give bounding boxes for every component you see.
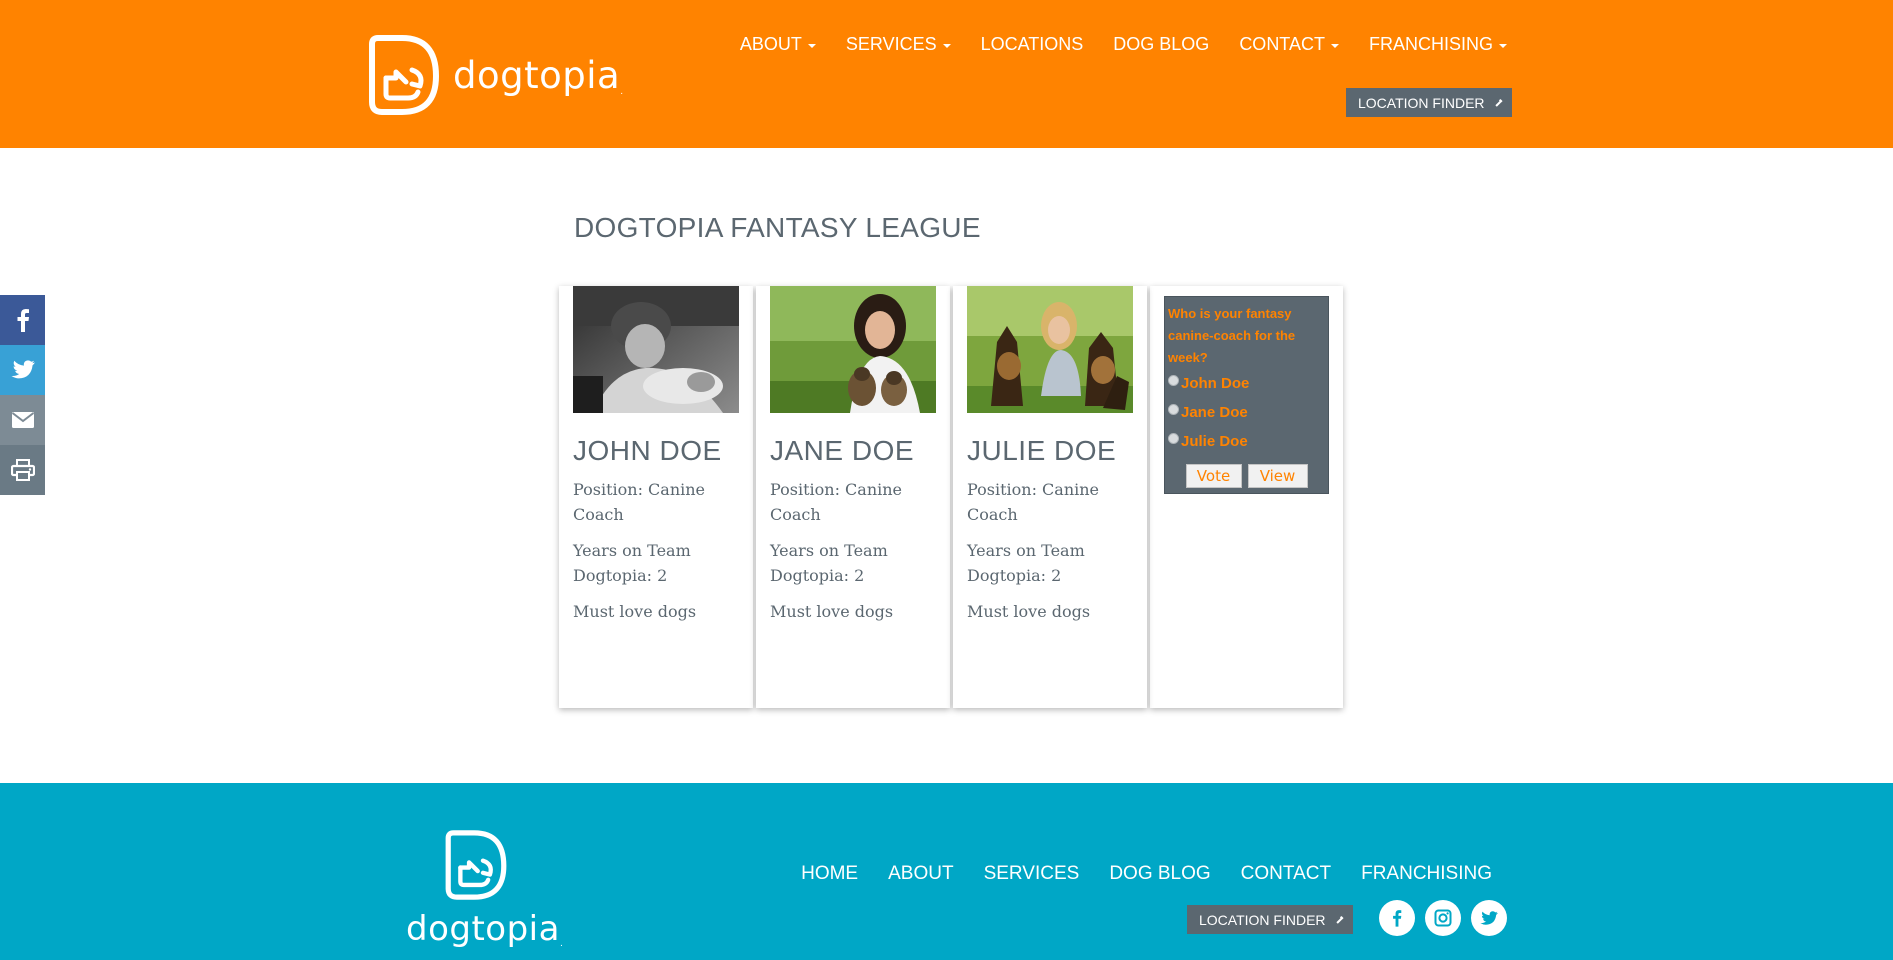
view-results-button[interactable]: View	[1247, 464, 1308, 488]
facebook-icon	[1393, 910, 1402, 927]
footer-location-finder-button[interactable]: LOCATION FINDER	[1187, 905, 1353, 934]
footer-nav-dog-blog[interactable]: DOG BLOG	[1109, 863, 1210, 885]
share-twitter-button[interactable]	[0, 345, 45, 395]
footer-nav-about[interactable]: ABOUT	[888, 863, 953, 885]
coach-position: Position: Canine Coach	[770, 480, 903, 524]
twitter-icon	[1480, 910, 1498, 925]
fantasy-coach-poll: Who is your fantasy canine-coach for the…	[1164, 296, 1329, 494]
footer-nav-services[interactable]: SERVICES	[984, 863, 1080, 885]
dogtopia-logo[interactable]: dogtopia.	[366, 34, 623, 118]
nav-franchising[interactable]: FRANCHISING	[1369, 34, 1507, 55]
footer-social-links	[1379, 900, 1507, 936]
coach-note: Must love dogs	[967, 602, 1091, 621]
poll-card: Who is your fantasy canine-coach for the…	[1150, 286, 1343, 708]
radio-button[interactable]	[1168, 404, 1179, 415]
nav-contact[interactable]: CONTACT	[1239, 34, 1339, 55]
coach-position: Position: Canine Coach	[967, 480, 1100, 524]
nav-about[interactable]: ABOUT	[740, 34, 816, 55]
footer-nav: HOME ABOUT SERVICES DOG BLOG CONTACT FRA…	[801, 863, 1492, 885]
poll-option-label: Jane Doe	[1181, 404, 1248, 421]
nav-dog-blog[interactable]: DOG BLOG	[1113, 34, 1209, 55]
coach-years: Years on Team Dogtopia: 2	[573, 541, 691, 585]
logo-wordmark: dogtopia.	[406, 909, 564, 949]
footer-nav-home[interactable]: HOME	[801, 863, 858, 885]
dogtopia-logo-icon	[369, 35, 439, 115]
caret-down-icon	[807, 43, 816, 48]
site-footer: dogtopia. HOME ABOUT SERVICES DOG BLOG C…	[0, 783, 1893, 960]
coach-cards: JOHN DOE Position: Canine Coach Years on…	[559, 286, 1343, 708]
coach-card: JULIE DOE Position: Canine Coach Years o…	[953, 286, 1147, 708]
coach-photo	[770, 286, 936, 413]
coach-note: Must love dogs	[573, 602, 697, 621]
poll-option-jane-doe[interactable]: Jane Doe	[1168, 398, 1325, 427]
coach-name: JULIE DOE	[967, 435, 1117, 466]
coach-card: JANE DOE Position: Canine Coach Years on…	[756, 286, 950, 708]
footer-facebook-button[interactable]	[1379, 900, 1415, 936]
nav-locations[interactable]: LOCATIONS	[981, 34, 1084, 55]
share-email-button[interactable]	[0, 395, 45, 445]
envelope-icon	[11, 412, 34, 428]
radio-button[interactable]	[1168, 375, 1179, 386]
chevron-right-icon	[1335, 915, 1344, 925]
caret-down-icon	[1499, 43, 1507, 48]
footer-nav-franchising[interactable]: FRANCHISING	[1361, 863, 1492, 885]
share-sidebar	[0, 295, 45, 495]
footer-logo[interactable]: dogtopia.	[403, 829, 563, 959]
poll-actions: Vote View	[1168, 464, 1325, 488]
location-finder-label: LOCATION FINDER	[1199, 911, 1326, 928]
caret-down-icon	[1330, 43, 1339, 48]
dogtopia-logo-icon	[445, 830, 507, 900]
footer-nav-contact[interactable]: CONTACT	[1241, 863, 1331, 885]
vote-button[interactable]: Vote	[1185, 464, 1242, 488]
caret-down-icon	[942, 43, 951, 48]
coach-photo	[967, 286, 1133, 413]
site-header: dogtopia. ABOUT SERVICES LOCATIONS DOG B…	[0, 0, 1893, 148]
coach-photo	[573, 286, 739, 413]
coach-years: Years on Team Dogtopia: 2	[770, 541, 888, 585]
coach-note: Must love dogs	[770, 602, 894, 621]
location-finder-button[interactable]: LOCATION FINDER	[1346, 88, 1512, 117]
instagram-icon	[1434, 909, 1452, 927]
coach-years: Years on Team Dogtopia: 2	[967, 541, 1085, 585]
poll-option-label: Julie Doe	[1181, 433, 1248, 450]
coach-name: JOHN DOE	[573, 435, 722, 466]
page-title: DOGTOPIA FANTASY LEAGUE	[574, 212, 981, 243]
chevron-right-icon	[1494, 98, 1503, 108]
logo-wordmark: dogtopia.	[453, 54, 624, 97]
poll-question: Who is your fantasy canine-coach for the…	[1168, 306, 1296, 365]
facebook-icon	[17, 309, 29, 332]
print-icon	[10, 459, 35, 481]
coach-position: Position: Canine Coach	[573, 480, 706, 524]
twitter-icon	[11, 360, 35, 379]
nav-services[interactable]: SERVICES	[846, 34, 951, 55]
share-facebook-button[interactable]	[0, 295, 45, 345]
main-nav: ABOUT SERVICES LOCATIONS DOG BLOG CONTAC…	[740, 34, 1507, 55]
location-finder-label: LOCATION FINDER	[1358, 94, 1485, 111]
coach-name: JANE DOE	[770, 435, 915, 466]
poll-option-john-doe[interactable]: John Doe	[1168, 369, 1325, 398]
footer-twitter-button[interactable]	[1471, 900, 1507, 936]
footer-instagram-button[interactable]	[1425, 900, 1461, 936]
radio-button[interactable]	[1168, 433, 1179, 444]
coach-card: JOHN DOE Position: Canine Coach Years on…	[559, 286, 753, 708]
poll-option-julie-doe[interactable]: Julie Doe	[1168, 427, 1325, 456]
poll-option-label: John Doe	[1181, 375, 1250, 392]
share-print-button[interactable]	[0, 445, 45, 495]
